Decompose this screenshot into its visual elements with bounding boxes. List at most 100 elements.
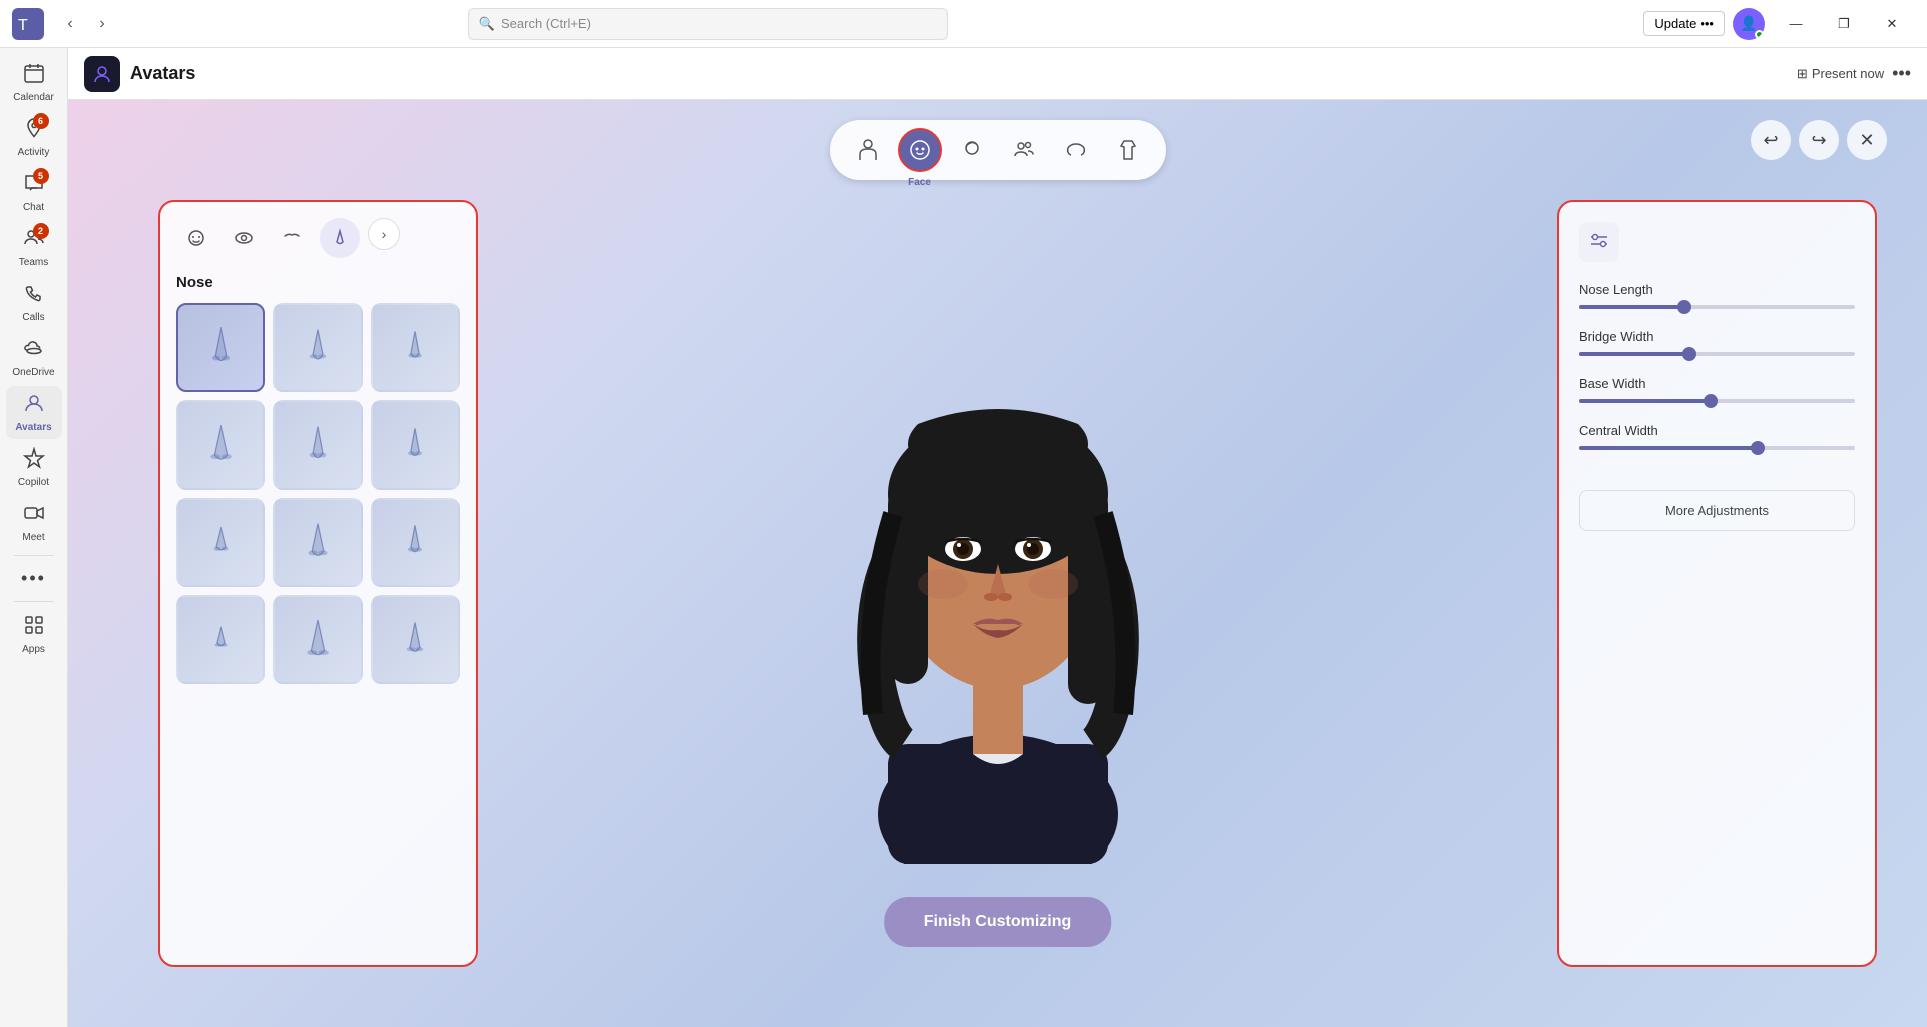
base-width-thumb[interactable] (1704, 394, 1718, 408)
slider-central-width: Central Width (1579, 423, 1855, 450)
nose-item-1[interactable] (176, 303, 265, 392)
copilot-icon (23, 447, 45, 475)
bridge-width-thumb[interactable] (1682, 347, 1696, 361)
nose-item-7[interactable] (176, 498, 265, 587)
update-label: Update (1654, 16, 1696, 31)
activity-icon: 6 (23, 117, 45, 145)
face-tabs: › (176, 218, 460, 258)
face-tab-eyebrows[interactable] (272, 218, 312, 258)
meet-icon (23, 502, 45, 530)
app-top-bar: Avatars ⊞ Present now ••• (68, 48, 1927, 100)
sidebar-item-avatars[interactable]: Avatars (6, 386, 62, 439)
category-group-button[interactable] (1002, 128, 1046, 172)
title-bar: T ‹ › 🔍 Search (Ctrl+E) Update ••• 👤 — ❐… (0, 0, 1927, 48)
central-width-label: Central Width (1579, 423, 1855, 438)
face-tab-nose[interactable] (320, 218, 360, 258)
nose-length-label: Nose Length (1579, 282, 1855, 297)
base-width-track[interactable] (1579, 399, 1855, 403)
sidebar-label-calls: Calls (22, 312, 44, 323)
top-bar-more-button[interactable]: ••• (1892, 63, 1911, 84)
customization-area: Face ↩ ↪ ✕ (68, 100, 1927, 1027)
online-status-dot (1755, 30, 1764, 39)
search-bar[interactable]: 🔍 Search (Ctrl+E) (468, 8, 948, 40)
sidebar-item-onedrive[interactable]: OneDrive (6, 331, 62, 384)
nose-item-2[interactable] (273, 303, 362, 392)
nav-back-button[interactable]: ‹ (56, 10, 84, 38)
close-customization-button[interactable]: ✕ (1847, 120, 1887, 160)
sidebar-label-teams: Teams (19, 257, 48, 268)
nav-forward-button[interactable]: › (88, 10, 116, 38)
face-tab-eyes[interactable] (224, 218, 264, 258)
sidebar-item-activity[interactable]: 6 Activity (6, 111, 62, 164)
sidebar-item-more[interactable]: ••• (6, 562, 62, 595)
search-icon: 🔍 (479, 16, 495, 32)
avatars-icon (23, 392, 45, 420)
nav-buttons: ‹ › (56, 10, 116, 38)
nose-item-8[interactable] (273, 498, 362, 587)
sidebar-item-copilot[interactable]: Copilot (6, 441, 62, 494)
redo-button[interactable]: ↪ (1799, 120, 1839, 160)
sidebar-item-calls[interactable]: Calls (6, 276, 62, 329)
restore-button[interactable]: ❐ (1821, 8, 1867, 40)
app-title: Avatars (130, 63, 195, 84)
main-content: Avatars ⊞ Present now ••• Face (68, 48, 1927, 1027)
adjust-icon-button[interactable] (1579, 222, 1619, 262)
calendar-icon (23, 62, 45, 90)
present-icon: ⊞ (1797, 66, 1808, 82)
present-now-button[interactable]: ⊞ Present now (1797, 66, 1884, 82)
nose-item-10[interactable] (176, 595, 265, 684)
activity-badge: 6 (33, 113, 49, 129)
teams-nav-icon: 2 (23, 227, 45, 255)
app-icon (84, 56, 120, 92)
left-panel-title: Nose (176, 274, 460, 291)
face-category-label: Face (908, 177, 931, 188)
nose-item-4[interactable] (176, 400, 265, 489)
nose-item-3[interactable] (371, 303, 460, 392)
update-more-icon: ••• (1700, 16, 1714, 31)
sidebar-label-meet: Meet (22, 532, 44, 543)
sidebar-separator (14, 555, 54, 556)
face-tab-next[interactable]: › (368, 218, 400, 250)
face-tab-faceshape[interactable] (176, 218, 216, 258)
nose-length-thumb[interactable] (1677, 300, 1691, 314)
undo-button[interactable]: ↩ (1751, 120, 1791, 160)
finish-customizing-button[interactable]: Finish Customizing (884, 897, 1112, 947)
sidebar-item-chat[interactable]: 5 Chat (6, 166, 62, 219)
nose-item-9[interactable] (371, 498, 460, 587)
slider-base-width: Base Width (1579, 376, 1855, 403)
more-adjustments-button[interactable]: More Adjustments (1579, 490, 1855, 531)
category-clothing-button[interactable] (1106, 128, 1150, 172)
category-hair-button[interactable] (950, 128, 994, 172)
sidebar-label-copilot: Copilot (18, 477, 49, 488)
category-face-button[interactable]: Face (898, 128, 942, 172)
sidebar-item-calendar[interactable]: Calendar (6, 56, 62, 109)
sidebar-item-apps[interactable]: Apps (6, 608, 62, 661)
bridge-width-track[interactable] (1579, 352, 1855, 356)
sidebar-label-apps: Apps (22, 644, 45, 655)
app-layout: Calendar 6 Activity 5 Chat 2 Teams (0, 48, 1927, 1027)
user-avatar-button[interactable]: 👤 (1733, 8, 1765, 40)
central-width-thumb[interactable] (1751, 441, 1765, 455)
category-body-button[interactable] (846, 128, 890, 172)
nose-item-11[interactable] (273, 595, 362, 684)
category-accessories-button[interactable] (1054, 128, 1098, 172)
chat-icon: 5 (23, 172, 45, 200)
sidebar-label-onedrive: OneDrive (12, 367, 54, 378)
sidebar-item-teams[interactable]: 2 Teams (6, 221, 62, 274)
bridge-width-label: Bridge Width (1579, 329, 1855, 344)
close-button[interactable]: ✕ (1869, 8, 1915, 40)
central-width-track[interactable] (1579, 446, 1855, 450)
toolbar-actions: ↩ ↪ ✕ (1751, 120, 1887, 160)
avatar-initials: 👤 (1740, 15, 1757, 32)
apps-icon (23, 614, 45, 642)
minimize-button[interactable]: — (1773, 8, 1819, 40)
update-button[interactable]: Update ••• (1643, 11, 1725, 36)
nose-item-5[interactable] (273, 400, 362, 489)
nose-item-6[interactable] (371, 400, 460, 489)
svg-text:T: T (18, 17, 28, 34)
nose-item-12[interactable] (371, 595, 460, 684)
sidebar-item-meet[interactable]: Meet (6, 496, 62, 549)
onedrive-icon (23, 337, 45, 365)
nose-length-track[interactable] (1579, 305, 1855, 309)
more-icon: ••• (21, 568, 46, 589)
